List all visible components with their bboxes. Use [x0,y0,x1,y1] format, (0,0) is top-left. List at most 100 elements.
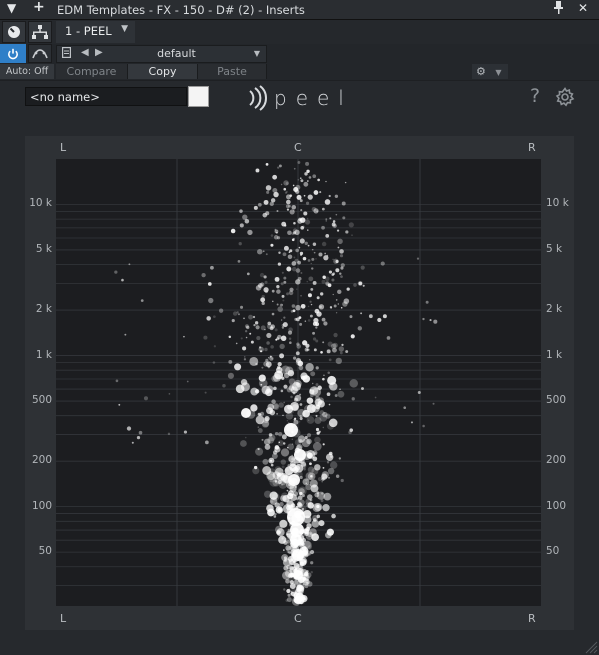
scope-particle [313,348,317,352]
scope-particle [290,591,293,594]
freq-label-left: 50 [38,545,52,558]
scope-particle [278,164,282,168]
scope-particle [311,382,314,385]
scope-particle [291,404,299,412]
scope-particle [304,219,311,225]
scope-particle [328,476,330,479]
scope-particle [300,253,303,256]
freq-label-left: 200 [31,454,52,467]
scope-particle [299,561,305,567]
scope-particle [303,181,309,187]
scope-particle [302,256,307,261]
scope-particle [307,319,311,322]
scope-particle [340,478,344,483]
scope-particle [309,462,312,466]
freq-label-right: 2 k [546,303,563,316]
scope-particle [319,191,322,194]
scope-particle [253,465,258,470]
scope-particle [244,356,246,358]
scope-particle [210,265,214,270]
stereo-scope-plot [56,159,541,606]
scope-particle [312,242,317,246]
scope-particle [386,336,391,340]
scope-particle [299,416,303,421]
scope-particle [256,336,261,341]
scope-particle [269,355,272,358]
scope-particle [309,528,317,536]
scope-particle [285,412,294,420]
scope-particle [286,597,292,603]
scope-particle [377,317,382,323]
scope-particle [264,347,268,352]
resize-grip-icon[interactable] [584,640,598,654]
scope-particle [254,389,260,394]
scope-particle [247,229,253,236]
scope-particle [305,343,310,348]
scope-particle [323,492,332,501]
scope-particle [301,507,305,511]
scope-particle [286,489,289,492]
scope-particle [294,449,306,461]
scope-particle [357,280,363,286]
scope-particle [321,473,328,480]
scope-particle [272,300,274,303]
scope-particle [297,260,301,265]
scope-particle [299,199,303,203]
scope-particle [204,391,207,394]
scope-particle [416,257,420,260]
scope-particle [206,316,211,321]
scope-particle [350,334,355,339]
scope-particle [357,326,363,331]
scope-particle [368,314,373,319]
scope-particle [257,248,263,255]
scope-particle [291,261,297,266]
scope-particle [316,210,318,213]
scope-particle [320,350,323,354]
scope-particle [339,351,343,355]
freq-label-left: 5 k [35,242,52,255]
scope-particle [280,389,284,393]
scope-particle [342,216,346,220]
scope-particle [277,362,282,367]
scope-particle [293,210,295,212]
scope-particle [283,549,285,551]
scope-particle [261,438,264,441]
scope-particle [312,281,317,285]
scope-particle [306,280,309,283]
scope-particle [305,478,308,482]
scope-particle [321,207,325,211]
scope-particle [309,300,312,303]
scope-particle [255,415,265,425]
scope-particle [114,270,118,274]
scope-particle [293,238,295,240]
scope-particle [283,540,288,545]
scope-particle [260,325,266,331]
scope-particle [298,316,302,320]
scope-particle [341,201,346,206]
scope-particle [333,258,339,264]
scope-particle [307,293,312,298]
scope-particle [309,359,311,361]
scope-particle [283,588,286,591]
freq-label-right: 200 [546,454,567,467]
scope-particle [311,206,317,212]
scope-particle [286,266,292,272]
scope-particle [308,176,312,179]
scope-particle [265,185,272,191]
scope-particle [183,335,185,338]
scope-particle [326,254,329,257]
scope-particle [270,463,274,467]
scope-particle [309,314,313,318]
scope-particle [351,234,353,236]
scope-particle [300,179,304,183]
scope-particle [297,360,304,367]
scope-particle [301,596,306,601]
scope-particle [278,251,281,255]
scope-particle [274,431,279,436]
scope-particle [343,298,350,304]
scope-particle [322,426,324,429]
scope-particle [307,348,310,351]
scope-particle [212,361,216,364]
scope-particle [271,453,278,460]
scope-particle [305,482,307,484]
